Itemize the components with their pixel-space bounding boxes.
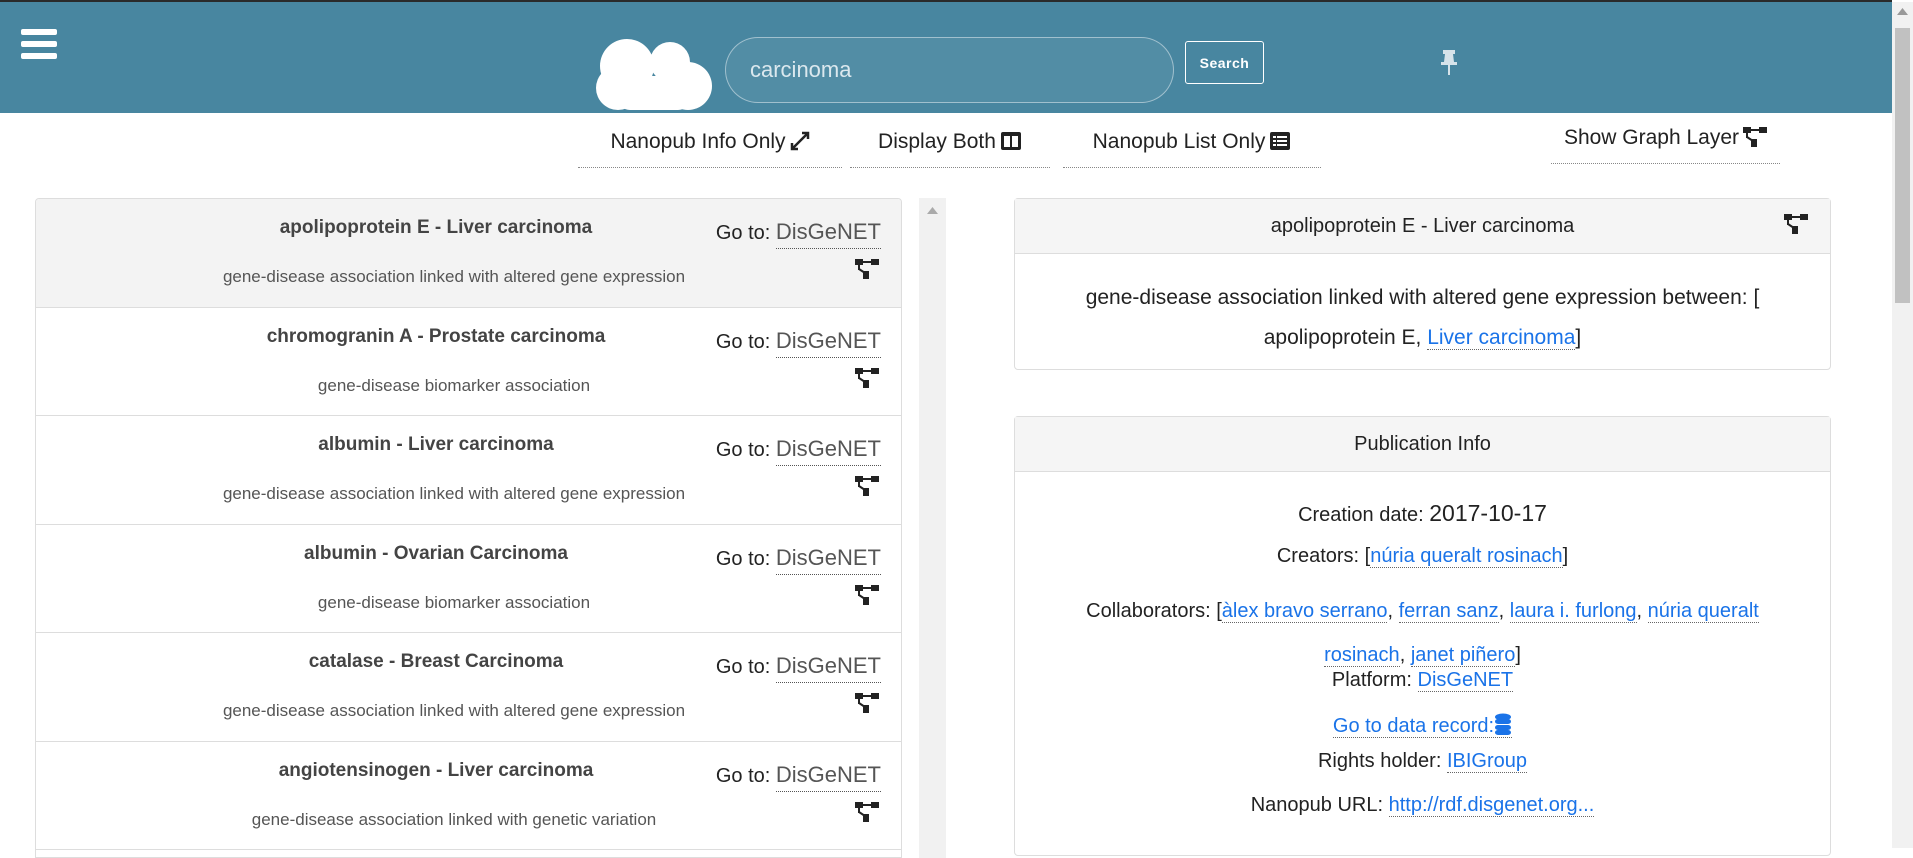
scrollbar-thumb[interactable] [1895,28,1910,303]
disgenet-link[interactable]: DisGeNET [775,653,881,683]
list-item[interactable]: albumin - Liver carcinoma gene-disease a… [36,416,901,525]
label: Platform: [1331,669,1412,691]
creators: Creators: [núria queralt rosinach] [1276,545,1569,568]
disgenet-link[interactable]: DisGeNET [775,327,881,358]
label: Display Both [878,130,996,153]
collaborator-link[interactable]: ferran sanz [1398,600,1499,623]
page-scrollbar[interactable] [1892,2,1913,848]
value: 2017-10-17 [1429,500,1547,526]
goto: Go to: DisGeNET [715,327,881,358]
go-to-data-record-link[interactable]: Go to data record: [1332,713,1513,738]
label: Show Graph Layer [1563,126,1740,149]
publication-info-header: Publication Info [1015,417,1830,472]
creator-link[interactable]: núria queralt rosinach [1370,545,1563,568]
label: Creators: [1276,545,1360,567]
label: Collaborators: [1086,600,1211,622]
label: Nanopub Info Only [610,130,786,153]
disgenet-link[interactable]: DisGeNET [775,436,881,466]
goto-label: Go to: [715,439,771,461]
platform-link[interactable]: DisGeNET [1417,669,1514,692]
graph-icon[interactable] [855,800,879,827]
goto: Go to: DisGeNET [715,219,881,249]
columns-icon [1000,132,1021,150]
detail-body: gene-disease association linked with alt… [1015,254,1830,358]
collaborators: Collaborators: [àlex bravo serrano, ferr… [1086,600,1759,667]
show-graph-layer-button[interactable]: Show Graph Layer [1551,118,1780,164]
hamburger-menu-icon[interactable] [21,29,57,59]
detail-text: gene-disease association linked with alt… [1085,286,1760,309]
item-subtitle: gene-disease association linked with alt… [222,701,686,720]
top-bar: Search [0,0,1892,113]
list-item[interactable]: chromogranin A - Prostate carcinoma gene… [36,307,901,416]
disgenet-link[interactable]: DisGeNET [775,544,881,575]
collaborator-link[interactable]: janet piñero [1410,644,1516,667]
database-icon [1495,713,1512,735]
bracket: ] [1575,326,1582,349]
search-input[interactable] [725,37,1174,103]
goto-label: Go to: [715,547,771,570]
search-button[interactable]: Search [1185,41,1264,84]
nanopub-info-only-button[interactable]: Nanopub Info Only [578,122,842,168]
sitemap-icon [1743,127,1768,147]
list-scrollbar[interactable] [919,198,946,858]
display-both-button[interactable]: Display Both [850,122,1050,168]
scroll-up-arrow-icon[interactable] [1892,2,1913,20]
platform: Platform: DisGeNET [1015,669,1830,692]
goto-label: Go to: [715,656,771,678]
goto-label: Go to: [715,330,771,353]
graph-icon[interactable] [855,583,879,610]
item-subtitle: gene-disease biomarker association [317,375,591,395]
pin-icon[interactable] [1440,50,1458,76]
creation-date: Creation date: 2017-10-17 [1015,500,1830,527]
list-item[interactable]: albumin - Ovarian Carcinoma gene-disease… [36,524,901,633]
entity-disease-link[interactable]: Liver carcinoma [1427,326,1576,350]
graph-icon[interactable] [1784,211,1808,235]
list-icon [1270,132,1291,150]
graph-icon[interactable] [855,257,879,284]
detail-title: apolipoprotein E - Liver carcinoma [1270,215,1575,237]
label: Nanopub URL: [1250,794,1384,816]
list-item[interactable]: catalase - Breast Carcinoma gene-disease… [36,633,901,742]
publication-info-card: Publication Info Creation date: 2017-10-… [1014,416,1831,856]
nanopub-list: apolipoprotein E - Liver carcinoma gene-… [35,198,902,858]
item-subtitle: gene-disease association linked with gen… [251,809,657,829]
rights-holder-link[interactable]: IBIGroup [1446,750,1527,773]
entity-gene: apolipoprotein E, [1263,326,1422,349]
graph-icon[interactable] [855,474,879,501]
graph-icon[interactable] [855,691,879,718]
goto: Go to: DisGeNET [715,653,881,683]
goto: Go to: DisGeNET [715,436,881,466]
label: Nanopub List Only [1092,130,1266,153]
disgenet-link[interactable]: DisGeNET [775,761,881,792]
cloud-logo-icon [596,39,712,110]
goto: Go to: DisGeNET [715,544,881,575]
item-subtitle: gene-disease association linked with alt… [222,484,686,503]
list-item[interactable]: apolipoprotein E - Liver carcinoma gene-… [36,199,901,308]
rights-holder: Rights holder: IBIGroup [1015,750,1830,773]
nanopub-url: Nanopub URL: http://rdf.disgenet.org... [1015,794,1830,817]
expand-icon [790,131,809,151]
collaborator-link[interactable]: laura i. furlong [1509,600,1637,623]
nanopub-detail-card: apolipoprotein E - Liver carcinoma gene-… [1014,198,1831,370]
goto-label: Go to: [715,764,771,787]
scroll-up-arrow-icon[interactable] [919,198,946,218]
goto: Go to: DisGeNET [715,761,881,792]
item-subtitle: gene-disease biomarker association [317,592,591,612]
item-subtitle: gene-disease association linked with alt… [222,267,686,286]
label: Creation date: [1298,504,1424,526]
graph-icon[interactable] [855,366,879,393]
detail-header: apolipoprotein E - Liver carcinoma [1015,199,1830,254]
nanopub-url-link[interactable]: http://rdf.disgenet.org... [1388,794,1595,817]
data-record: Go to data record: [1015,713,1830,738]
goto-label: Go to: [715,222,771,244]
collaborator-link[interactable]: àlex bravo serrano [1221,600,1388,623]
list-item[interactable]: angiotensinogen - Liver carcinoma gene-d… [36,741,901,850]
nanopub-list-only-button[interactable]: Nanopub List Only [1063,122,1321,168]
label: Go to data record: [1332,715,1495,737]
label: Rights holder: [1317,750,1442,772]
disgenet-link[interactable]: DisGeNET [775,219,881,249]
